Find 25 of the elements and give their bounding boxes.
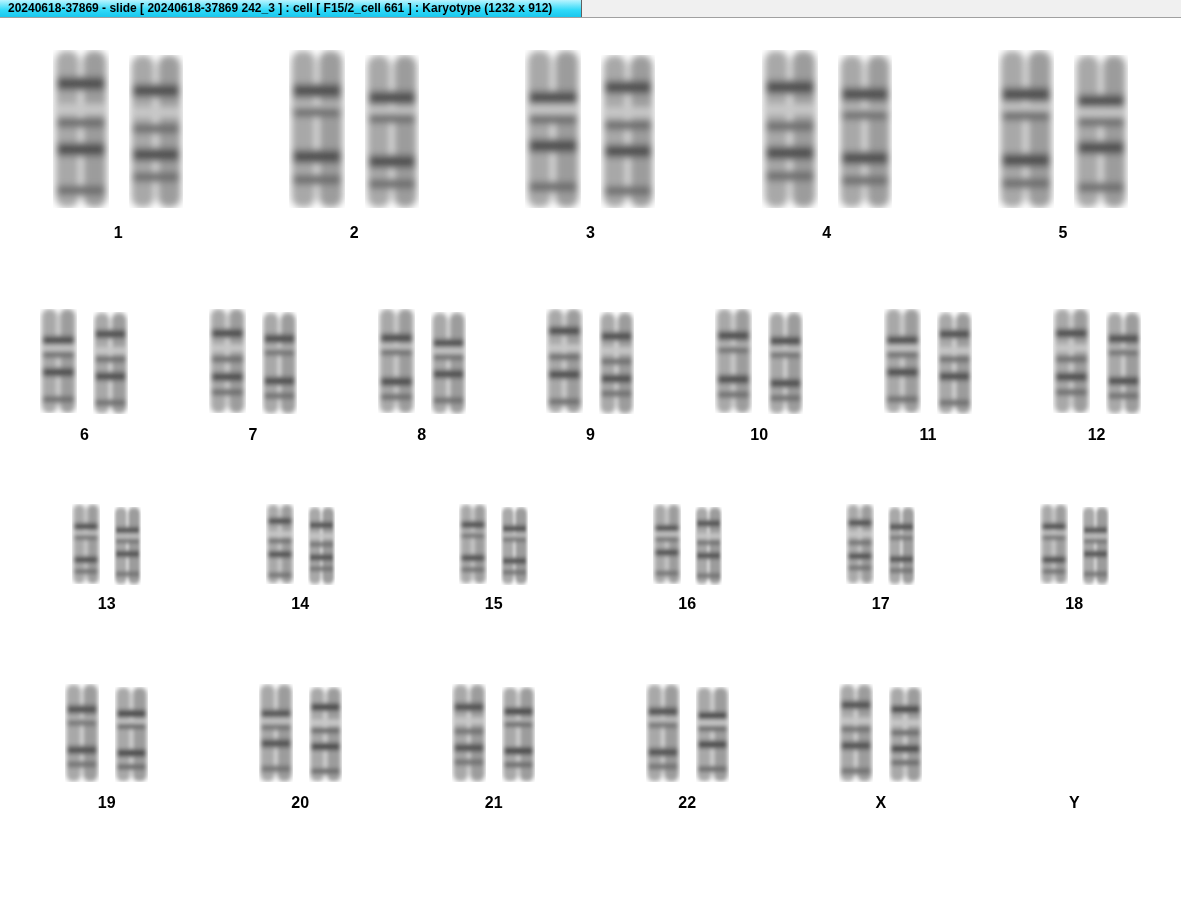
chromosome-label: 15 <box>484 595 503 613</box>
chromosome-label: 14 <box>291 595 310 613</box>
chromosome-label: 13 <box>97 595 116 613</box>
chromosome-label: 18 <box>1065 595 1084 613</box>
chromosome-label: 22 <box>678 794 697 812</box>
chromosome-label: 4 <box>822 224 832 242</box>
chromosome-label: 3 <box>586 224 595 242</box>
chromosome-label: 17 <box>871 595 890 613</box>
chromosome-label: 19 <box>97 794 116 812</box>
chromosome-label: 16 <box>678 595 697 613</box>
chromosome-label: 9 <box>586 426 595 444</box>
chromosome-label: 6 <box>79 426 89 444</box>
chromosome-label: 12 <box>1087 426 1106 444</box>
chromosome-label: 21 <box>484 794 503 812</box>
chromosome-label: 2 <box>349 224 359 242</box>
window-title: 20240618-37869 - slide [ 20240618-37869 242_3 ] : cell [ F15/2_cell 661 ] : Karyotype (1232 x 912) <box>0 0 582 17</box>
chromosome-label: 5 <box>1058 224 1068 242</box>
chromosome-label: 20 <box>291 794 310 812</box>
chromosome-label: 10 <box>750 426 769 444</box>
chromosome-label: X <box>875 794 887 812</box>
chromosome-label: 11 <box>919 426 937 444</box>
chromosome-label: Y <box>1068 794 1080 812</box>
chromosome-label: 8 <box>417 426 427 444</box>
chromosome-label: 7 <box>248 426 258 444</box>
chromosome-label: 1 <box>113 224 123 242</box>
